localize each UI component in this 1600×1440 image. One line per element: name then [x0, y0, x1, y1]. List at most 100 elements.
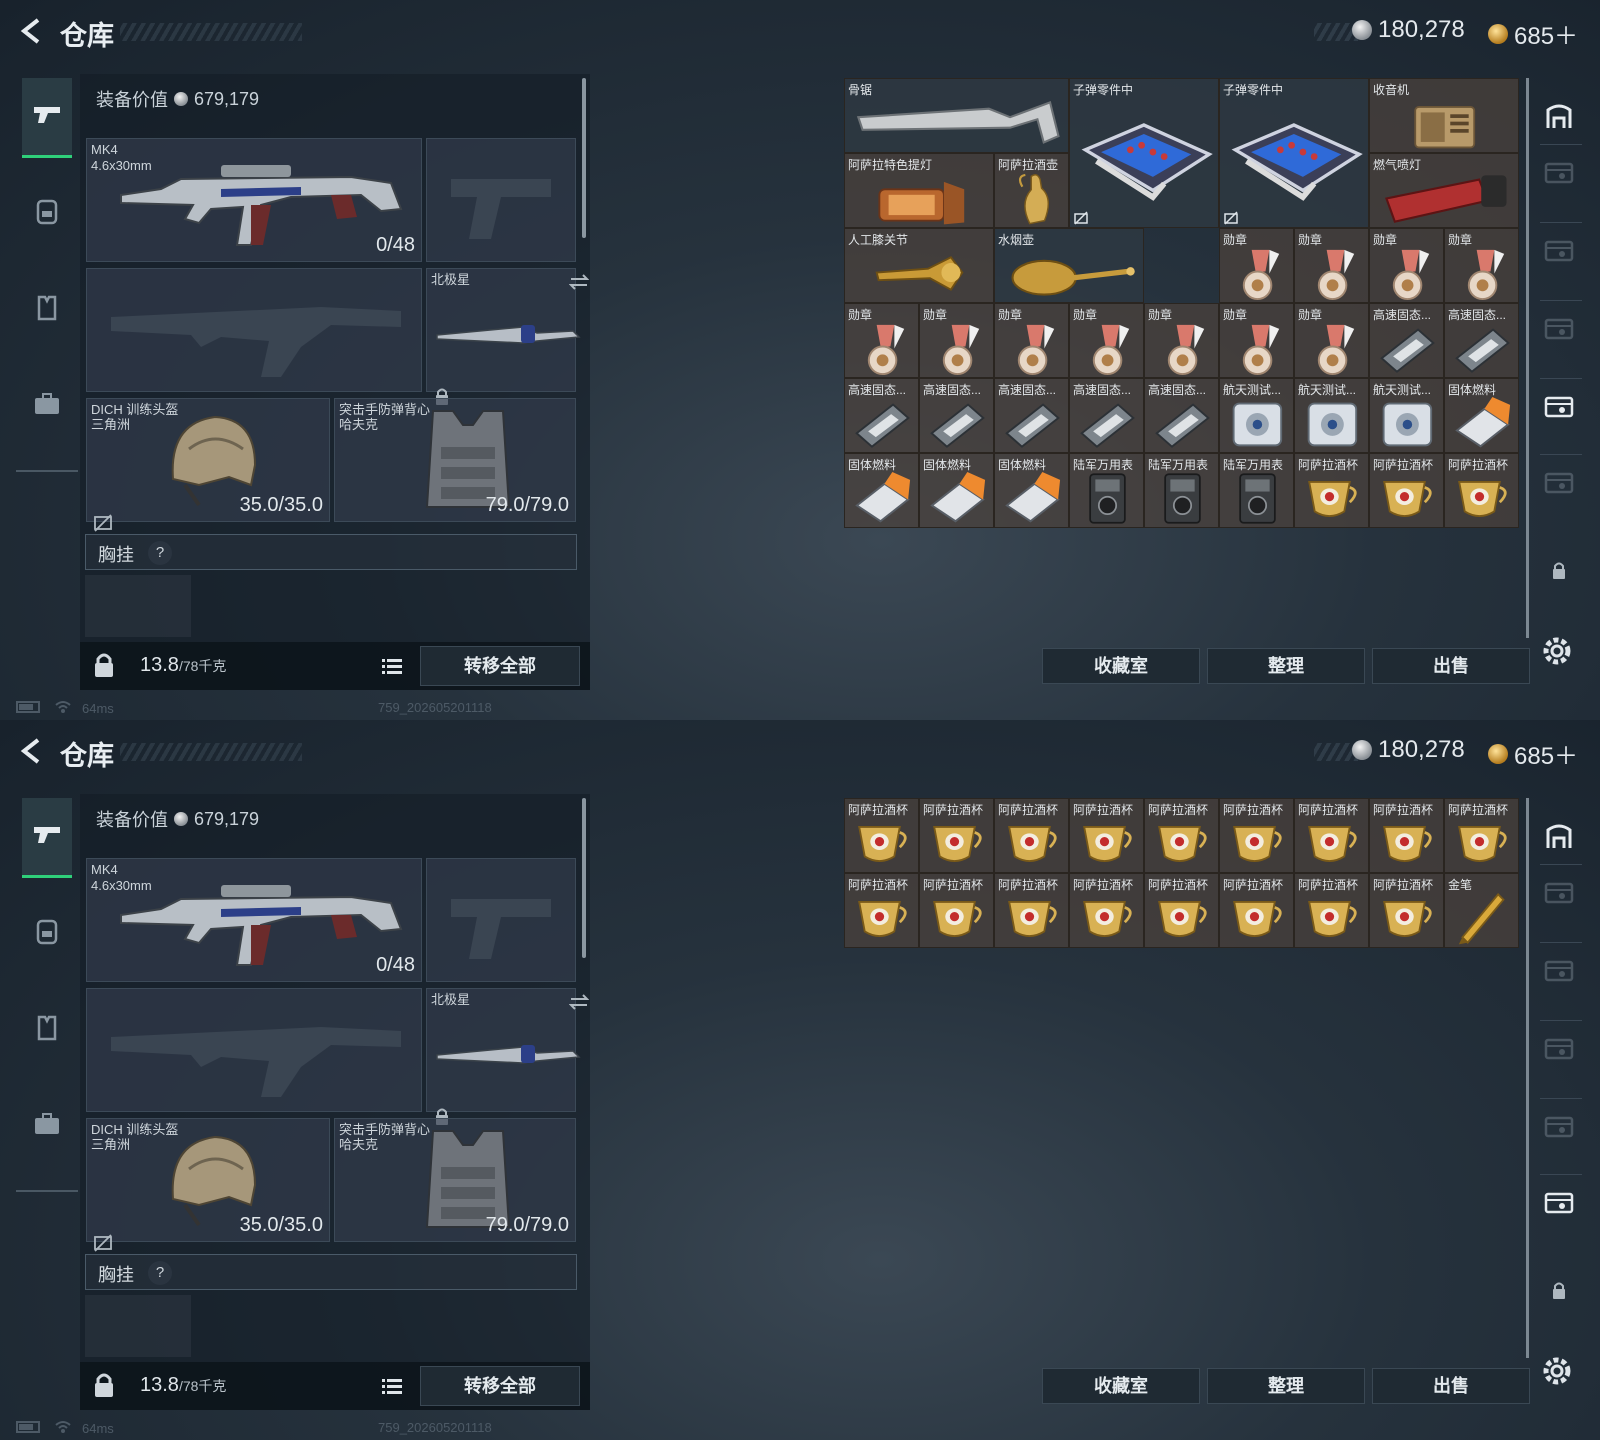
nav-item-briefcase[interactable] — [22, 1086, 72, 1166]
stash-item[interactable]: 固体燃料 — [919, 453, 994, 528]
lock-icon[interactable] — [90, 1370, 118, 1400]
collection-room-button[interactable]: 收藏室 — [1042, 1368, 1200, 1404]
stash-item[interactable]: 勋章 — [1444, 228, 1519, 303]
chest-rig-slot[interactable]: 胸挂 ? — [85, 534, 577, 570]
stash-item[interactable]: 阿萨拉酒杯 — [1069, 873, 1144, 948]
stash-item[interactable]: 水烟壶 — [994, 228, 1144, 303]
stash-scrollbar[interactable] — [1526, 798, 1529, 1358]
stash-scrollbar[interactable] — [1526, 78, 1529, 638]
stash-page-2-tab[interactable] — [1536, 948, 1582, 998]
home-tab[interactable] — [1536, 94, 1582, 144]
melee-slot[interactable]: 北极星 — [426, 268, 589, 405]
stash-item[interactable]: 勋章 — [994, 303, 1069, 378]
stash-item[interactable]: 阿萨拉酒杯 — [1294, 453, 1369, 528]
stash-item[interactable]: 勋章 — [919, 303, 994, 378]
stash-item[interactable]: 勋章 — [844, 303, 919, 378]
stash-item[interactable]: 高速固态... — [1069, 378, 1144, 453]
stash-item[interactable]: 陆军万用表 — [1144, 453, 1219, 528]
secondary-weapon-slot[interactable] — [86, 268, 422, 392]
stash-item[interactable]: 阿萨拉酒杯 — [1369, 798, 1444, 873]
stash-page-1-tab[interactable] — [1536, 870, 1582, 920]
list-view-icon[interactable] — [376, 650, 408, 682]
stash-item[interactable]: 阿萨拉酒杯 — [1369, 453, 1444, 528]
stash-item[interactable]: 航天测试... — [1219, 378, 1294, 453]
armor-slot[interactable]: 突击手防弹背心 哈夫克 79.0/79.0 — [334, 398, 576, 522]
stash-item[interactable]: 阿萨拉酒杯 — [1294, 873, 1369, 948]
stash-item[interactable]: 骨锯 — [844, 78, 1069, 153]
stash-item[interactable]: 陆军万用表 — [1069, 453, 1144, 528]
back-arrow-icon[interactable] — [16, 16, 46, 46]
transfer-all-button[interactable]: 转移全部 — [420, 646, 580, 686]
stash-item[interactable]: 阿萨拉酒杯 — [1219, 873, 1294, 948]
sort-button[interactable]: 整理 — [1207, 648, 1365, 684]
list-view-icon[interactable] — [376, 1370, 408, 1402]
stash-item[interactable]: 阿萨拉酒壶 — [994, 153, 1069, 228]
help-icon[interactable]: ? — [148, 541, 172, 565]
stash-item[interactable]: 勋章 — [1294, 303, 1369, 378]
stash-item[interactable]: 阿萨拉酒杯 — [1144, 798, 1219, 873]
stash-item[interactable]: 阿萨拉酒杯 — [1144, 873, 1219, 948]
sort-button[interactable]: 整理 — [1207, 1368, 1365, 1404]
back-arrow-icon[interactable] — [16, 736, 46, 766]
stash-item[interactable]: 航天测试... — [1369, 378, 1444, 453]
pistol-slot[interactable] — [426, 138, 576, 262]
stash-item[interactable]: 勋章 — [1294, 228, 1369, 303]
stash-item[interactable]: 高速固态... — [1444, 303, 1519, 378]
stash-page-4-tab[interactable] — [1536, 1026, 1582, 1076]
stash-item[interactable]: 金笔 — [1444, 873, 1519, 948]
secondary-weapon-slot[interactable] — [86, 988, 422, 1112]
stash-item[interactable]: 陆军万用表 — [1219, 453, 1294, 528]
stash-item[interactable]: 阿萨拉酒杯 — [994, 873, 1069, 948]
stash-page-4-tab[interactable] — [1536, 306, 1582, 356]
stash-item[interactable]: 收音机 — [1369, 78, 1519, 153]
stash-item[interactable]: 勋章 — [1369, 228, 1444, 303]
nav-item-gun[interactable] — [22, 798, 72, 878]
lock-icon[interactable] — [90, 650, 118, 680]
stash-item[interactable]: 阿萨拉酒杯 — [844, 873, 919, 948]
gold-currency[interactable]: 685＋ — [1488, 736, 1578, 771]
stash-item[interactable]: 阿萨拉酒杯 — [994, 798, 1069, 873]
nav-item-backpack[interactable] — [22, 174, 72, 254]
stash-item[interactable]: 子弹零件中 — [1069, 78, 1219, 228]
equipment-scrollbar[interactable] — [582, 78, 586, 238]
stash-item[interactable]: 阿萨拉酒杯 — [1444, 453, 1519, 528]
nav-item-vest[interactable] — [22, 270, 72, 350]
stash-item[interactable]: 固体燃料 — [994, 453, 1069, 528]
stash-page-3-tab[interactable] — [1536, 384, 1582, 434]
stash-item[interactable]: 阿萨拉酒杯 — [1294, 798, 1369, 873]
gold-currency[interactable]: 685＋ — [1488, 16, 1578, 51]
nav-item-briefcase[interactable] — [22, 366, 72, 446]
stash-item[interactable]: 航天测试... — [1294, 378, 1369, 453]
stash-item[interactable]: 固体燃料 — [844, 453, 919, 528]
stash-item[interactable]: 阿萨拉酒杯 — [919, 873, 994, 948]
chest-rig-slot[interactable]: 胸挂 ? — [85, 1254, 577, 1290]
melee-slot[interactable]: 北极星 — [426, 988, 589, 1125]
stash-item[interactable]: 勋章 — [1144, 303, 1219, 378]
stash-item[interactable]: 人工膝关节 — [844, 228, 994, 303]
locked-stash-tab[interactable] — [1536, 548, 1582, 598]
transfer-all-button[interactable]: 转移全部 — [420, 1366, 580, 1406]
helmet-slot[interactable]: DICH 训练头盔 三角洲 35.0/35.0 — [86, 398, 330, 532]
nav-item-backpack[interactable] — [22, 894, 72, 974]
stash-item[interactable]: 勋章 — [1219, 228, 1294, 303]
stash-item[interactable]: 阿萨拉酒杯 — [1369, 873, 1444, 948]
nav-item-vest[interactable] — [22, 990, 72, 1070]
stash-item[interactable]: 阿萨拉酒杯 — [844, 798, 919, 873]
stash-item[interactable]: 勋章 — [1069, 303, 1144, 378]
stash-item[interactable]: 高速固态... — [1144, 378, 1219, 453]
stash-page-3-tab[interactable] — [1536, 1104, 1582, 1154]
home-tab[interactable] — [1536, 814, 1582, 864]
stash-page-5-tab[interactable] — [1536, 1180, 1582, 1230]
gear-icon[interactable] — [1540, 1354, 1574, 1388]
collection-room-button[interactable]: 收藏室 — [1042, 648, 1200, 684]
help-icon[interactable]: ? — [148, 1261, 172, 1285]
primary-weapon-slot[interactable]: MK4 4.6x30mm 0/48 — [86, 138, 422, 262]
stash-item[interactable]: 燃气喷灯 — [1369, 153, 1519, 228]
sell-button[interactable]: 出售 — [1372, 648, 1530, 684]
stash-page-5-tab[interactable] — [1536, 460, 1582, 510]
stash-page-2-tab[interactable] — [1536, 228, 1582, 278]
helmet-slot[interactable]: DICH 训练头盔 三角洲 35.0/35.0 — [86, 1118, 330, 1252]
sell-button[interactable]: 出售 — [1372, 1368, 1530, 1404]
stash-item[interactable]: 高速固态... — [919, 378, 994, 453]
primary-weapon-slot[interactable]: MK4 4.6x30mm 0/48 — [86, 858, 422, 982]
